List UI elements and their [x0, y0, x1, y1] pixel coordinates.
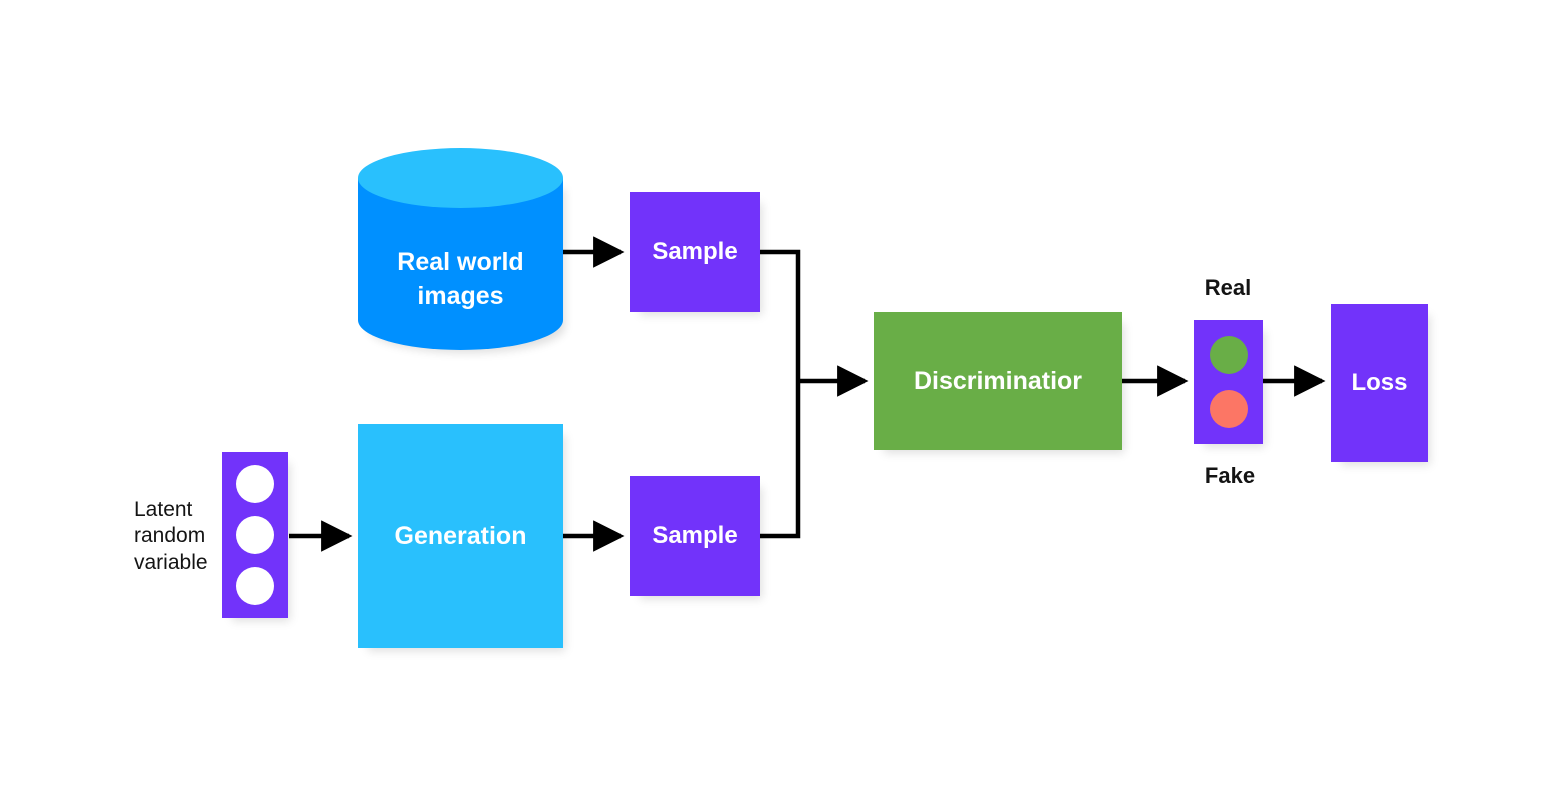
red-light-icon — [1209, 390, 1248, 428]
traffic-light-real-caption: Real — [1204, 275, 1252, 300]
latent-random-variable-node[interactable] — [222, 452, 288, 618]
latent-dot-2 — [236, 516, 274, 554]
diagram-canvas: Real world images Latent random variable… — [0, 0, 1560, 793]
latent-dot-3 — [236, 567, 274, 605]
edge-samples-merge-to-discriminator — [760, 249, 869, 539]
latent-dot-1 — [236, 465, 274, 503]
loss-node[interactable]: Loss — [1331, 304, 1428, 462]
generation-node[interactable]: Generation — [358, 424, 563, 648]
cylinder-top-ellipse — [358, 148, 563, 208]
sample-bottom-node[interactable]: Sample — [630, 476, 760, 596]
real-world-images-datastore[interactable]: Real world images — [358, 148, 563, 350]
latent-random-variable-label: Latent random variable — [134, 498, 208, 574]
discriminator-node[interactable]: Discriminatior — [874, 312, 1122, 450]
traffic-light-fake-caption: Fake — [1204, 463, 1256, 488]
sample-top-label: Sample — [652, 238, 738, 266]
sample-bottom-label: Sample — [652, 522, 738, 550]
real-world-images-label: Real world images — [397, 248, 524, 310]
discriminator-label: Discriminatior — [913, 366, 1083, 395]
connectors-layer — [0, 0, 1560, 793]
green-light-icon — [1209, 336, 1248, 374]
generation-label: Generation — [394, 521, 527, 550]
sample-top-node[interactable]: Sample — [630, 192, 760, 312]
loss-label: Loss — [1351, 369, 1408, 397]
traffic-light-node[interactable] — [1194, 320, 1263, 444]
